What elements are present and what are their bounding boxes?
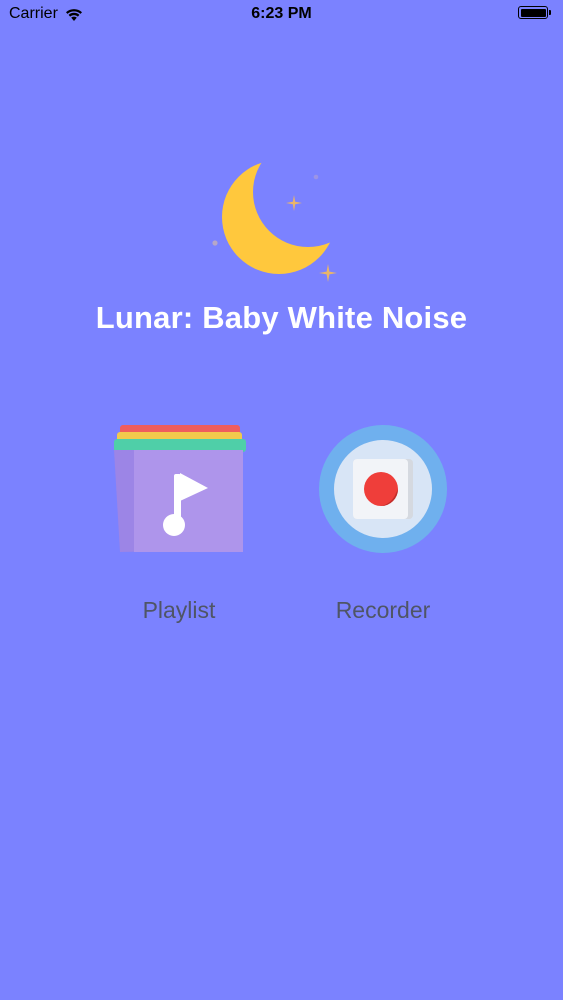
music-folder-icon [114, 425, 246, 552]
moon-stars-icon [200, 150, 350, 290]
playlist-button[interactable]: Playlist [105, 420, 253, 624]
app-title: Lunar: Baby White Noise [95, 300, 468, 335]
recorder-button[interactable]: Recorder [310, 420, 456, 624]
status-time: 6:23 PM [251, 5, 312, 22]
battery-icon [518, 6, 551, 19]
record-button-icon [319, 425, 447, 553]
status-bar: Carrier 6:23 PM [0, 0, 563, 30]
playlist-label: Playlist [142, 597, 216, 623]
recorder-label: Recorder [335, 597, 431, 623]
